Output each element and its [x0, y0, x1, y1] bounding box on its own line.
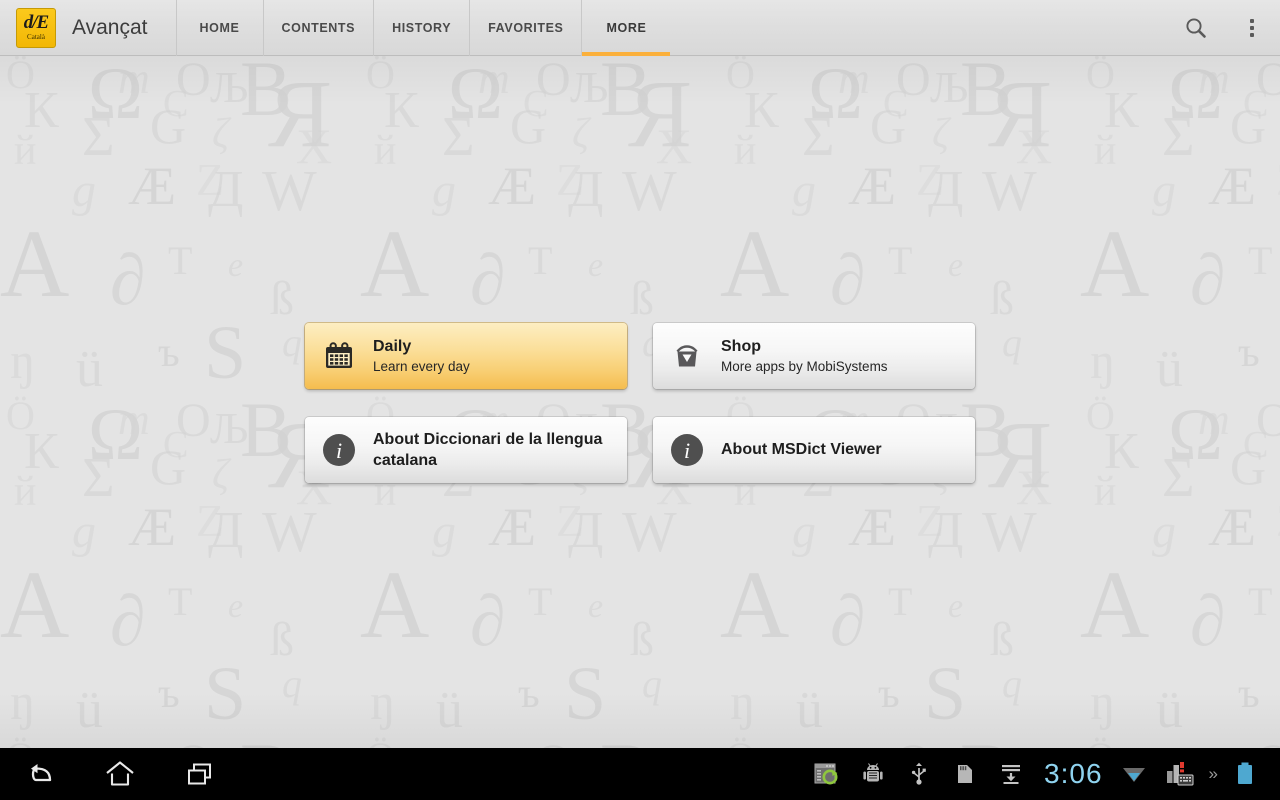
- tab-contents[interactable]: CONTENTS: [264, 0, 375, 56]
- recents-button[interactable]: [160, 748, 240, 800]
- download-icon[interactable]: [988, 748, 1034, 800]
- menu-card-daily[interactable]: Daily Learn every day: [305, 323, 627, 389]
- content-area: Daily Learn every day Shop More apps by …: [0, 56, 1280, 748]
- expand-status-chevrons[interactable]: »: [1203, 764, 1222, 784]
- tab-home[interactable]: HOME: [175, 0, 264, 56]
- tab-favorites[interactable]: FAVORITES: [470, 0, 583, 56]
- app-logo-language: Català: [27, 33, 45, 41]
- home-button[interactable]: [80, 748, 160, 800]
- calendar-icon: [319, 336, 359, 376]
- battery-icon[interactable]: [1222, 748, 1268, 800]
- signal-alert-icon[interactable]: [1157, 748, 1203, 800]
- menu-card-about-dictionary-title: About Diccionari de la llengua catalana: [373, 431, 603, 469]
- app-logo-icon: d/E Català: [16, 7, 56, 48]
- info-icon: i: [667, 430, 707, 470]
- menu-card-daily-title: Daily: [373, 337, 412, 355]
- search-icon: [1186, 17, 1206, 38]
- menu-card-shop-subtitle: More apps by MobiSystems: [721, 358, 888, 374]
- menu-card-daily-subtitle: Learn every day: [373, 358, 470, 374]
- overflow-menu-button[interactable]: [1224, 0, 1280, 56]
- tab-home-label: HOME: [199, 20, 240, 35]
- app-logo-monogram: d/E: [23, 12, 49, 33]
- wifi-icon[interactable]: [1111, 748, 1157, 800]
- tab-more-label: MORE: [606, 20, 647, 35]
- system-navigation-bar: 3:06 »: [0, 748, 1280, 800]
- info-icon: i: [319, 430, 359, 470]
- shopping-bag-icon: [667, 336, 707, 376]
- menu-card-shop[interactable]: Shop More apps by MobiSystems: [653, 323, 975, 389]
- navigation-buttons: [0, 748, 240, 800]
- more-menu-grid: Daily Learn every day Shop More apps by …: [305, 323, 975, 483]
- back-button[interactable]: [0, 748, 80, 800]
- svg-text:i: i: [336, 438, 342, 463]
- svg-text:i: i: [684, 438, 690, 463]
- tab-contents-label: CONTENTS: [281, 20, 356, 35]
- app-screen: d/E Català Avançat HOME CONTENTS HISTORY…: [0, 0, 1280, 800]
- search-button[interactable]: [1168, 0, 1224, 56]
- action-bar: d/E Català Avançat HOME CONTENTS HISTORY…: [0, 0, 1280, 56]
- page-title: Avançat: [72, 15, 148, 39]
- usb-icon[interactable]: [896, 748, 942, 800]
- menu-card-about-dictionary-text: About Diccionari de la llengua catalana: [373, 429, 623, 471]
- sd-card-icon[interactable]: [942, 748, 988, 800]
- system-clock: 3:06: [1044, 758, 1103, 789]
- menu-card-about-dictionary[interactable]: i About Diccionari de la llengua catalan…: [305, 417, 627, 483]
- recents-icon: [188, 763, 211, 785]
- menu-card-about-viewer-text: About MSDict Viewer: [721, 440, 882, 460]
- back-icon: [31, 764, 52, 782]
- status-tray: 3:06 »: [804, 748, 1280, 800]
- tab-history[interactable]: HISTORY: [374, 0, 471, 56]
- action-bar-buttons: [1168, 0, 1280, 56]
- overflow-menu-icon: [1250, 18, 1254, 37]
- android-debug-icon[interactable]: [850, 748, 896, 800]
- tab-more[interactable]: MORE: [582, 0, 671, 56]
- screen-capture-icon[interactable]: [804, 748, 850, 800]
- menu-card-about-viewer-title: About MSDict Viewer: [721, 441, 882, 458]
- menu-card-shop-title: Shop: [721, 337, 761, 355]
- menu-card-shop-text: Shop More apps by MobiSystems: [721, 337, 888, 376]
- tab-history-label: HISTORY: [392, 20, 452, 35]
- tab-favorites-label: FAVORITES: [488, 20, 564, 35]
- menu-card-daily-text: Daily Learn every day: [373, 337, 470, 376]
- tab-bar: HOME CONTENTS HISTORY FAVORITES MORE: [175, 0, 671, 56]
- home-icon: [106, 761, 134, 786]
- menu-card-about-viewer[interactable]: i About MSDict Viewer: [653, 417, 975, 483]
